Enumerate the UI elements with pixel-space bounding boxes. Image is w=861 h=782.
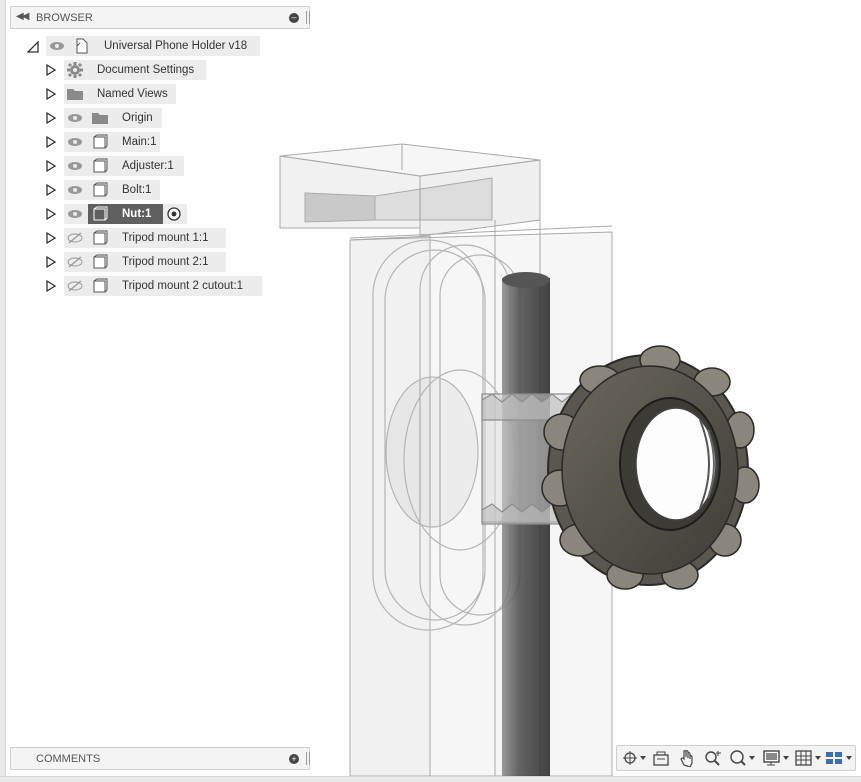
eye-icon[interactable]: [49, 41, 65, 51]
tree-root-label: Universal Phone Holder v18: [104, 40, 248, 52]
pan-icon[interactable]: [679, 749, 697, 767]
tree-item-label: Adjuster:1: [122, 160, 174, 172]
component-icon: [93, 278, 108, 293]
panel-grip-icon[interactable]: [306, 752, 310, 765]
panel-grip-icon[interactable]: [306, 11, 310, 24]
activate-radio-box[interactable]: [163, 204, 187, 224]
collapsed-triangle-icon[interactable]: [46, 136, 56, 148]
collapsed-triangle-icon[interactable]: [46, 256, 56, 268]
tree-item-label-box-selected[interactable]: Nut:1: [88, 204, 163, 224]
tree-item-label: Tripod mount 1:1: [122, 232, 209, 244]
eye-icon[interactable]: [67, 137, 83, 147]
add-comment-icon[interactable]: +: [289, 754, 299, 764]
tree-item-tripod-mount-2-cutout[interactable]: Tripod mount 2 cutout:1: [44, 276, 284, 296]
collapsed-triangle-icon[interactable]: [46, 184, 56, 196]
navigation-toolbar: [616, 745, 856, 771]
tree-item-label-box[interactable]: Tripod mount 1:1: [64, 228, 226, 248]
folder-icon: [92, 113, 108, 124]
tree-item-label: Bolt:1: [122, 184, 152, 196]
collapsed-triangle-icon[interactable]: [46, 232, 56, 244]
display-settings-icon[interactable]: [762, 749, 792, 767]
tree-item-label: Tripod mount 2 cutout:1: [122, 280, 244, 292]
tree-item-nut[interactable]: Nut:1: [44, 204, 264, 224]
window-edge-left: [0, 0, 6, 781]
comments-title: COMMENTS: [36, 753, 101, 765]
component-icon: [93, 134, 108, 149]
component-icon: [93, 206, 108, 221]
tree-item-eye-box[interactable]: [64, 204, 88, 224]
double-left-arrow-icon[interactable]: ◀◀: [16, 11, 29, 22]
tree-item-origin[interactable]: Origin: [44, 108, 264, 128]
tree-item-label-box[interactable]: Tripod mount 2 cutout:1: [64, 276, 262, 296]
tree-item-tripod-mount-2[interactable]: Tripod mount 2:1: [44, 252, 264, 272]
tree-item-label-box[interactable]: Bolt:1: [64, 180, 160, 200]
component-icon: [93, 254, 108, 269]
collapsed-triangle-icon[interactable]: [46, 112, 56, 124]
tree-item-label: Main:1: [122, 136, 157, 148]
tree-item-label: Origin: [122, 112, 153, 124]
component-icon: [93, 158, 108, 173]
tree-item-label: Named Views: [97, 88, 168, 100]
collapsed-triangle-icon[interactable]: [46, 88, 56, 100]
tree-item-label-box[interactable]: Adjuster:1: [64, 156, 184, 176]
expanded-triangle-icon[interactable]: [27, 41, 39, 53]
browser-panel-header[interactable]: ◀◀ BROWSER –: [10, 6, 310, 29]
tree-item-label-box[interactable]: Origin: [64, 108, 162, 128]
tree-item-tripod-mount-1[interactable]: Tripod mount 1:1: [44, 228, 264, 248]
eye-hidden-icon[interactable]: [67, 256, 83, 268]
component-icon: [93, 230, 108, 245]
window-edge-bottom: [0, 776, 861, 782]
tree-item-label-box[interactable]: Document Settings: [64, 60, 206, 80]
browser-title: BROWSER: [36, 12, 93, 24]
eye-hidden-icon[interactable]: [67, 280, 83, 292]
collapsed-triangle-icon[interactable]: [46, 208, 56, 220]
viewports-icon[interactable]: [824, 749, 854, 767]
tree-item-main[interactable]: Main:1: [44, 132, 264, 152]
tree-root-label-box[interactable]: Universal Phone Holder v18: [46, 36, 260, 56]
gear-icon: [67, 62, 83, 78]
orbit-icon[interactable]: [621, 750, 647, 766]
collapsed-triangle-icon[interactable]: [46, 280, 56, 292]
tree-item-named-views[interactable]: Named Views: [44, 84, 264, 104]
active-component-radio-icon[interactable]: [167, 207, 181, 221]
tree-item-label: Nut:1: [122, 208, 152, 220]
comments-panel-header[interactable]: COMMENTS +: [10, 747, 310, 770]
collapsed-triangle-icon[interactable]: [46, 64, 56, 76]
look-at-icon[interactable]: [652, 750, 670, 766]
component-icon: [93, 182, 108, 197]
collapsed-triangle-icon[interactable]: [46, 160, 56, 172]
zoom-icon[interactable]: [704, 749, 724, 767]
document-icon: [76, 38, 88, 54]
folder-icon: [67, 89, 83, 100]
tree-item-label: Document Settings: [97, 64, 195, 76]
grid-icon[interactable]: [794, 749, 824, 767]
tree-item-bolt[interactable]: Bolt:1: [44, 180, 264, 200]
eye-hidden-icon[interactable]: [67, 232, 83, 244]
tree-item-label-box[interactable]: Tripod mount 2:1: [64, 252, 226, 272]
collapse-minus-icon[interactable]: –: [289, 13, 299, 23]
zoom-window-icon[interactable]: [729, 749, 757, 767]
tree-item-label-box[interactable]: Named Views: [64, 84, 176, 104]
eye-icon[interactable]: [67, 209, 83, 219]
eye-icon[interactable]: [67, 185, 83, 195]
tree-item-label: Tripod mount 2:1: [122, 256, 209, 268]
tree-item-document-settings[interactable]: Document Settings: [44, 60, 264, 80]
tree-root-row[interactable]: Universal Phone Holder v18: [24, 36, 264, 56]
tree-item-label-box[interactable]: Main:1: [64, 132, 160, 152]
tree-item-adjuster[interactable]: Adjuster:1: [44, 156, 264, 176]
eye-icon[interactable]: [67, 113, 83, 123]
eye-icon[interactable]: [67, 161, 83, 171]
